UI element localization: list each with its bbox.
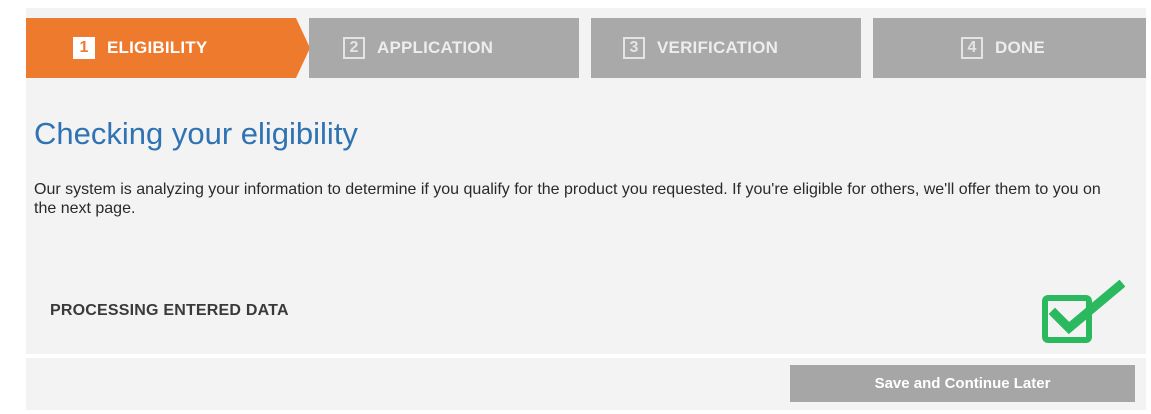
- eligibility-panel: 1 ELIGIBILITY 2 APPLICATION 3 VERIFICATI…: [26, 8, 1146, 410]
- step-verification: 3 VERIFICATION: [591, 18, 861, 78]
- step-eligibility: 1 ELIGIBILITY: [26, 18, 296, 78]
- step-label: ELIGIBILITY: [107, 38, 208, 57]
- footer-divider: [26, 354, 1146, 358]
- active-step-arrow: [296, 18, 310, 78]
- step-label: DONE: [995, 38, 1045, 57]
- progress-stepper: 1 ELIGIBILITY 2 APPLICATION 3 VERIFICATI…: [26, 18, 1146, 78]
- step-number: 1: [73, 37, 95, 59]
- status-text: PROCESSING ENTERED DATA: [50, 302, 289, 319]
- step-number: 4: [961, 37, 983, 59]
- save-and-continue-later-button[interactable]: Save and Continue Later: [790, 365, 1135, 402]
- page-description: Our system is analyzing your information…: [34, 181, 1101, 217]
- step-label: APPLICATION: [377, 38, 494, 57]
- step-label: VERIFICATION: [657, 38, 779, 57]
- page-title: Checking your eligibility: [34, 116, 358, 151]
- checkbox-checked-icon: [1042, 280, 1125, 343]
- step-number: 2: [343, 37, 365, 59]
- step-done: 4 DONE: [873, 18, 1146, 78]
- step-application: 2 APPLICATION: [309, 18, 579, 78]
- step-number: 3: [623, 37, 645, 59]
